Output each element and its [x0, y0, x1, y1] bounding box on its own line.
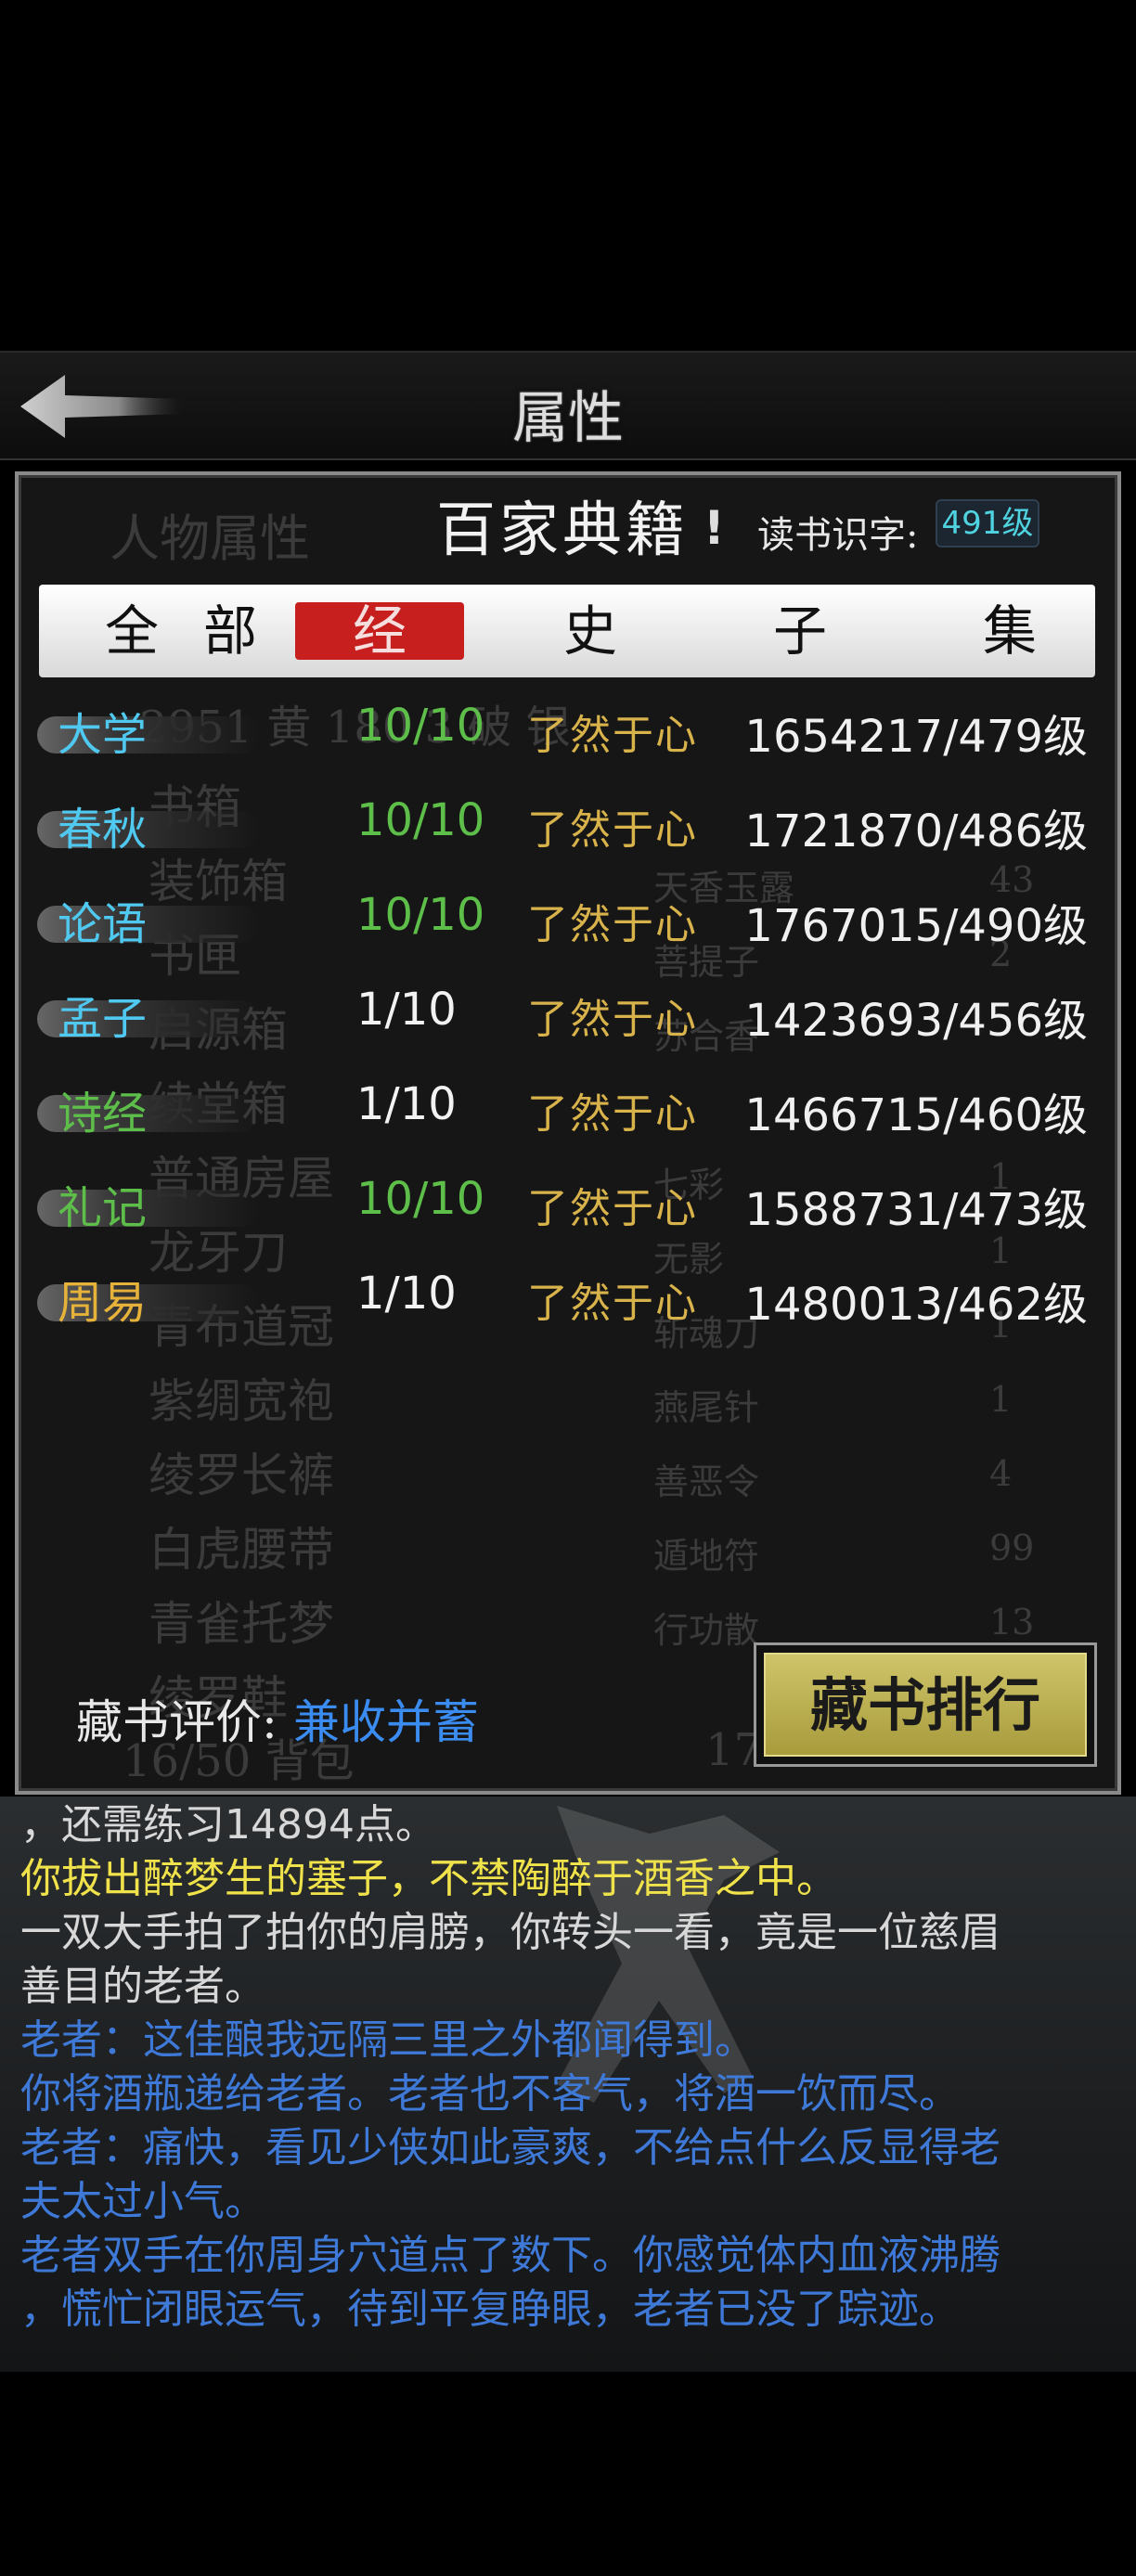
- book-status: 了然于心: [527, 996, 698, 1043]
- book-row[interactable]: 春秋 10/10 了然于心 1721870/486级: [37, 779, 1095, 863]
- book-experience: 1423693/456级: [744, 995, 1088, 1047]
- book-progress: 1/10: [356, 1078, 457, 1130]
- log-line: ，还需练习14894点。: [20, 1801, 436, 1848]
- tab-all-2[interactable]: 部: [174, 598, 286, 664]
- log-line: 你将酒瓶递给老者。老者也不客气，将酒一饮而尽。: [20, 2070, 960, 2118]
- book-status: 了然于心: [527, 1280, 698, 1327]
- collection-rank-label: 藏书排行: [764, 1653, 1087, 1757]
- book-name: 春秋: [58, 804, 148, 856]
- ghost-right-count: 1: [989, 1379, 1013, 1420]
- book-progress: 1/10: [356, 984, 457, 1036]
- ghost-left-item: 白虎腰带: [148, 1523, 334, 1577]
- tab-all-1[interactable]: 全: [76, 598, 187, 664]
- page-title: 属性: [512, 386, 624, 451]
- ghost-left-item: 青雀托梦: [148, 1597, 334, 1651]
- ghost-panel-label: 人物属性: [110, 509, 310, 568]
- category-tabs: 全 部 经 史 子 集: [39, 585, 1095, 677]
- reading-level-label: 读书识字:: [757, 514, 919, 557]
- message-log: ，还需练习14894点。你拔出醉梦生的塞子，不禁陶醉于酒香之中。一双大手拍了拍你…: [0, 1797, 1136, 2372]
- book-row[interactable]: 诗经 1/10 了然于心 1466715/460级: [37, 1063, 1095, 1147]
- book-experience: 1480013/462级: [744, 1279, 1088, 1331]
- library-title: 百家典籍: [436, 496, 689, 565]
- book-row[interactable]: 大学 10/10 了然于心 1654217/479级: [37, 685, 1095, 768]
- evaluation-value: 兼收并蓄: [293, 1695, 479, 1749]
- book-status: 了然于心: [527, 1090, 698, 1138]
- tab-jing[interactable]: 经: [295, 602, 464, 660]
- book-name: 周易: [58, 1277, 148, 1329]
- collection-rank-button[interactable]: 藏书排行: [754, 1642, 1097, 1767]
- book-name: 大学: [58, 709, 148, 761]
- ghost-right-item: 遁地符: [653, 1536, 760, 1577]
- log-line: 老者：这佳酿我远隔三里之外都闻得到。: [20, 2016, 755, 2064]
- book-name: 礼记: [58, 1182, 148, 1234]
- book-progress: 10/10: [356, 889, 485, 941]
- ghost-right-count: 4: [989, 1453, 1013, 1494]
- log-line: 老者：痛快，看见少侠如此豪爽，不给点什么反显得老: [20, 2124, 1000, 2171]
- reading-level-badge: 491级: [936, 499, 1039, 547]
- book-status: 了然于心: [527, 712, 698, 759]
- book-row[interactable]: 孟子 1/10 了然于心 1423693/456级: [37, 969, 1095, 1052]
- book-experience: 1466715/460级: [744, 1089, 1088, 1141]
- ghost-right-item: 燕尾针: [653, 1387, 760, 1428]
- ghost-right-count: 99: [989, 1527, 1035, 1568]
- book-status: 了然于心: [527, 806, 698, 854]
- log-line: ，慌忙闭眼运气，待到平复睁眼，老者已没了踪迹。: [20, 2286, 960, 2333]
- ghost-right-item: 善恶令: [653, 1462, 760, 1502]
- book-experience: 1588731/473级: [744, 1184, 1088, 1236]
- book-progress: 10/10: [356, 700, 485, 752]
- book-status: 了然于心: [527, 901, 698, 948]
- tab-shi[interactable]: 史: [535, 598, 646, 664]
- log-line: 一双大手拍了拍你的肩膀，你转头一看，竟是一位慈眉: [20, 1909, 1000, 1956]
- ghost-right-count: 13: [989, 1602, 1035, 1642]
- book-status: 了然于心: [527, 1185, 698, 1232]
- book-experience: 1654217/479级: [744, 711, 1088, 763]
- book-experience: 1767015/490级: [744, 900, 1088, 952]
- book-experience: 1721870/486级: [744, 805, 1088, 857]
- header-bar: 属性: [0, 351, 1136, 460]
- ghost-left-item: 紫绸宽袍: [148, 1374, 334, 1428]
- book-progress: 10/10: [356, 1173, 485, 1225]
- log-line: 夫太过小气。: [20, 2178, 265, 2225]
- evaluation-label: 藏书评价:: [76, 1695, 278, 1749]
- ghost-right-item: 行功散: [653, 1610, 760, 1651]
- ghost-left-item: 绫罗长裤: [148, 1449, 334, 1502]
- log-line: 老者双手在你周身穴道点了数下。你感觉体内血液沸腾: [20, 2232, 1000, 2279]
- book-name: 孟子: [58, 993, 148, 1045]
- tab-zi[interactable]: 子: [744, 598, 856, 664]
- book-row[interactable]: 周易 1/10 了然于心 1480013/462级: [37, 1253, 1095, 1336]
- book-name: 诗经: [58, 1088, 148, 1140]
- book-progress: 1/10: [356, 1268, 457, 1320]
- log-line: 善目的老者。: [20, 1963, 265, 2010]
- info-icon[interactable]: !: [704, 501, 725, 555]
- book-row[interactable]: 礼记 10/10 了然于心 1588731/473级: [37, 1158, 1095, 1242]
- book-name: 论语: [58, 898, 148, 950]
- log-line: 你拔出醉梦生的塞子，不禁陶醉于酒香之中。: [20, 1855, 837, 1902]
- book-row[interactable]: 论语 10/10 了然于心 1767015/490级: [37, 874, 1095, 958]
- book-progress: 10/10: [356, 794, 485, 846]
- tab-ji[interactable]: 集: [954, 598, 1065, 664]
